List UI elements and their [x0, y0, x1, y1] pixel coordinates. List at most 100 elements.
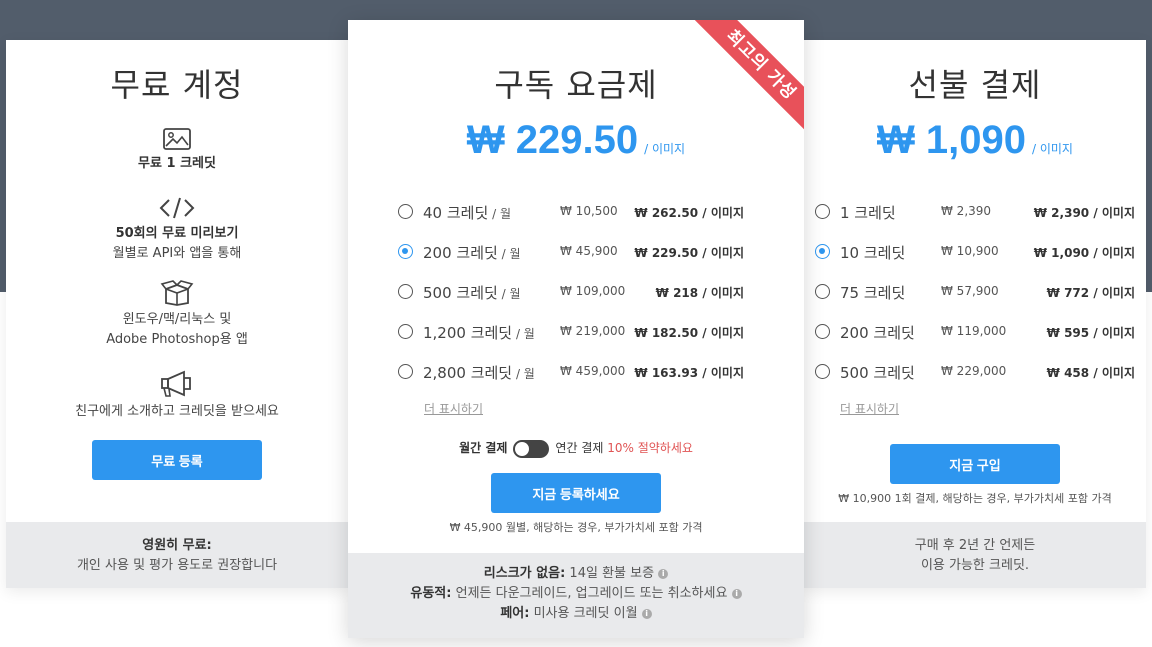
footer-bold: 유동적: [410, 586, 452, 601]
billing-toggle-row: 월간 결제 연간 결제 10% 절약하세요 [348, 439, 804, 458]
option-total: ₩ 119,000 [941, 324, 1007, 338]
footer-text: 미사용 크레딧 이월 [529, 606, 638, 621]
subscription-price-row: ₩ 229.50 / 이미지 [348, 118, 804, 163]
radio-button-selected[interactable] [815, 244, 830, 259]
option-label: 40 크레딧 [423, 204, 489, 222]
prepaid-plan-card: 선불 결제 ₩ 1,090 / 이미지 1 크레딧 ₩ 2,390 ₩ 2,390… [804, 40, 1146, 588]
subscription-plan-card: 최고의 가성 구독 요금제 ₩ 229.50/ 이미지 40 크레딧 / 월 ₩… [348, 20, 804, 638]
show-more-link[interactable]: 더 표시하기 [424, 400, 483, 417]
option-label: 500 크레딧 [840, 364, 915, 382]
prepaid-price: ₩ 1,090 [877, 118, 1026, 162]
option-unit: / 월 [512, 367, 535, 381]
save-label: 10% 절약하세요 [607, 441, 693, 455]
per-image-label: / 이미지 [1031, 142, 1073, 156]
monthly-label: 월간 결제 [459, 441, 508, 455]
subscription-option[interactable]: 40 크레딧 / 월 ₩ 10,500 ₩ 262.50 / 이미지 [398, 202, 758, 222]
option-unit-price: ₩ 262.50 / 이미지 [634, 206, 744, 220]
option-label: 2,800 크레딧 [423, 364, 513, 382]
info-icon[interactable]: i [658, 568, 669, 579]
radio-button-selected[interactable] [398, 244, 413, 259]
image-icon [163, 128, 191, 150]
subscription-option[interactable]: 1,200 크레딧 / 월 ₩ 219,000 ₩ 182.50 / 이미지 [398, 322, 758, 342]
radio-button[interactable] [815, 364, 830, 379]
footer-text: 개인 사용 및 평가 용도로 권장합니다 [76, 558, 278, 573]
radio-button[interactable] [398, 324, 413, 339]
subscribe-button[interactable]: 지금 등록하세요 [491, 473, 661, 513]
prepaid-price-note: ₩ 10,900 1회 결제, 해당하는 경우, 부가가치세 포함 가격 [838, 492, 1112, 505]
footer-line: 리스크가 없음: 14일 환불 보증 i [348, 564, 804, 584]
subscription-option[interactable]: 500 크레딧 / 월 ₩ 109,000 ₩ 218 / 이미지 [398, 282, 758, 302]
feature-referral: 친구에게 소개하고 크레딧을 받으세요 [6, 370, 348, 422]
radio-button[interactable] [398, 364, 413, 379]
feature-label: 50회의 무료 미리보기 [115, 226, 239, 241]
feature-desc: 윈도우/맥/리눅스 및 [122, 312, 232, 327]
prepaid-plan-title: 선불 결제 [908, 66, 1042, 104]
option-label: 1,200 크레딧 [423, 324, 513, 342]
option-unit-price: ₩ 2,390 / 이미지 [1033, 206, 1135, 220]
option-label: 500 크레딧 [423, 284, 498, 302]
radio-button[interactable] [815, 284, 830, 299]
yearly-label: 연간 결제 [555, 441, 604, 455]
option-total: ₩ 109,000 [560, 284, 626, 298]
option-unit: / 월 [512, 327, 535, 341]
option-total: ₩ 2,390 [941, 204, 992, 218]
billing-period-toggle[interactable] [513, 439, 550, 458]
option-unit: / 월 [488, 207, 511, 221]
free-plan-title: 무료 계정 [110, 66, 244, 104]
option-unit-price: ₩ 229.50 / 이미지 [634, 246, 744, 260]
option-total: ₩ 459,000 [560, 364, 626, 378]
option-total: ₩ 57,900 [941, 284, 999, 298]
option-unit-price: ₩ 182.50 / 이미지 [634, 326, 744, 340]
free-plan-card: 무료 계정 무료 1 크레딧 50회의 무료 미리보기 월별로 API와 앱을 … [6, 40, 348, 588]
option-label: 10 크레딧 [840, 244, 906, 262]
footer-text-2: 이용 가능한 크레딧. [920, 558, 1030, 573]
subscription-option[interactable]: 200 크레딧 / 월 ₩ 45,900 ₩ 229.50 / 이미지 [398, 242, 758, 262]
footer-text: 14일 환불 보증 [565, 566, 655, 581]
feature-desc: 친구에게 소개하고 크레딧을 받으세요 [75, 404, 279, 419]
option-unit-price: ₩ 595 / 이미지 [1046, 326, 1135, 340]
option-label: 1 크레딧 [840, 204, 896, 222]
radio-button[interactable] [815, 324, 830, 339]
option-unit: / 월 [497, 247, 521, 261]
option-unit-price: ₩ 163.93 / 이미지 [634, 366, 744, 380]
subscription-price: ₩ 229.50 [466, 118, 639, 162]
prepaid-option[interactable]: 500 크레딧 ₩ 229,000 ₩ 458 / 이미지 [815, 362, 1145, 382]
subscription-price-note: ₩ 45,900 월별, 해당하는 경우, 부가가치세 포함 가격 [449, 521, 703, 534]
prepaid-option[interactable]: 200 크레딧 ₩ 119,000 ₩ 595 / 이미지 [815, 322, 1145, 342]
box-icon [160, 280, 194, 306]
footer-bold: 영원히 무료: [142, 538, 212, 553]
feature-desc-2: Adobe Photoshop용 앱 [106, 332, 248, 347]
per-image-label: / 이미지 [644, 142, 686, 156]
prepaid-option[interactable]: 1 크레딧 ₩ 2,390 ₩ 2,390 / 이미지 [815, 202, 1145, 222]
option-total: ₩ 10,900 [941, 244, 999, 258]
feature-free-credit: 무료 1 크레딧 [6, 128, 348, 174]
info-icon[interactable]: i [641, 608, 652, 619]
free-plan-footer: 영원히 무료: 개인 사용 및 평가 용도로 권장합니다 [6, 522, 348, 588]
feature-label: 무료 1 크레딧 [138, 156, 216, 171]
radio-button[interactable] [398, 204, 413, 219]
footer-bold: 페어: [500, 606, 530, 621]
option-total: ₩ 45,900 [560, 244, 618, 258]
prepaid-option[interactable]: 75 크레딧 ₩ 57,900 ₩ 772 / 이미지 [815, 282, 1145, 302]
footer-line: 유동적: 언제든 다운그레이드, 업그레이드 또는 취소하세요 i [348, 584, 804, 604]
buy-now-button[interactable]: 지금 구입 [890, 444, 1060, 484]
footer-text: 구매 후 2년 간 언제든 [914, 538, 1036, 553]
show-more-link[interactable]: 더 표시하기 [840, 400, 899, 417]
option-total: ₩ 229,000 [941, 364, 1007, 378]
option-total: ₩ 10,500 [560, 204, 618, 218]
subscription-option[interactable]: 2,800 크레딧 / 월 ₩ 459,000 ₩ 163.93 / 이미지 [398, 362, 758, 382]
option-label: 75 크레딧 [840, 284, 906, 302]
footer-bold: 리스크가 없음: [483, 566, 566, 581]
radio-button[interactable] [398, 284, 413, 299]
option-label: 200 크레딧 [423, 244, 498, 262]
feature-apps: 윈도우/맥/리눅스 및 Adobe Photoshop용 앱 [6, 280, 348, 350]
option-unit-price: ₩ 458 / 이미지 [1046, 366, 1135, 380]
subscription-footer: 리스크가 없음: 14일 환불 보증 i 유동적: 언제든 다운그레이드, 업그… [348, 553, 804, 638]
option-total: ₩ 219,000 [560, 324, 626, 338]
prepaid-option[interactable]: 10 크레딧 ₩ 10,900 ₩ 1,090 / 이미지 [815, 242, 1145, 262]
footer-text: 언제든 다운그레이드, 업그레이드 또는 취소하세요 [451, 586, 728, 601]
option-unit-price: ₩ 1,090 / 이미지 [1033, 246, 1135, 260]
info-icon[interactable]: i [731, 588, 742, 599]
free-signup-button[interactable]: 무료 등록 [92, 440, 262, 480]
radio-button[interactable] [815, 204, 830, 219]
